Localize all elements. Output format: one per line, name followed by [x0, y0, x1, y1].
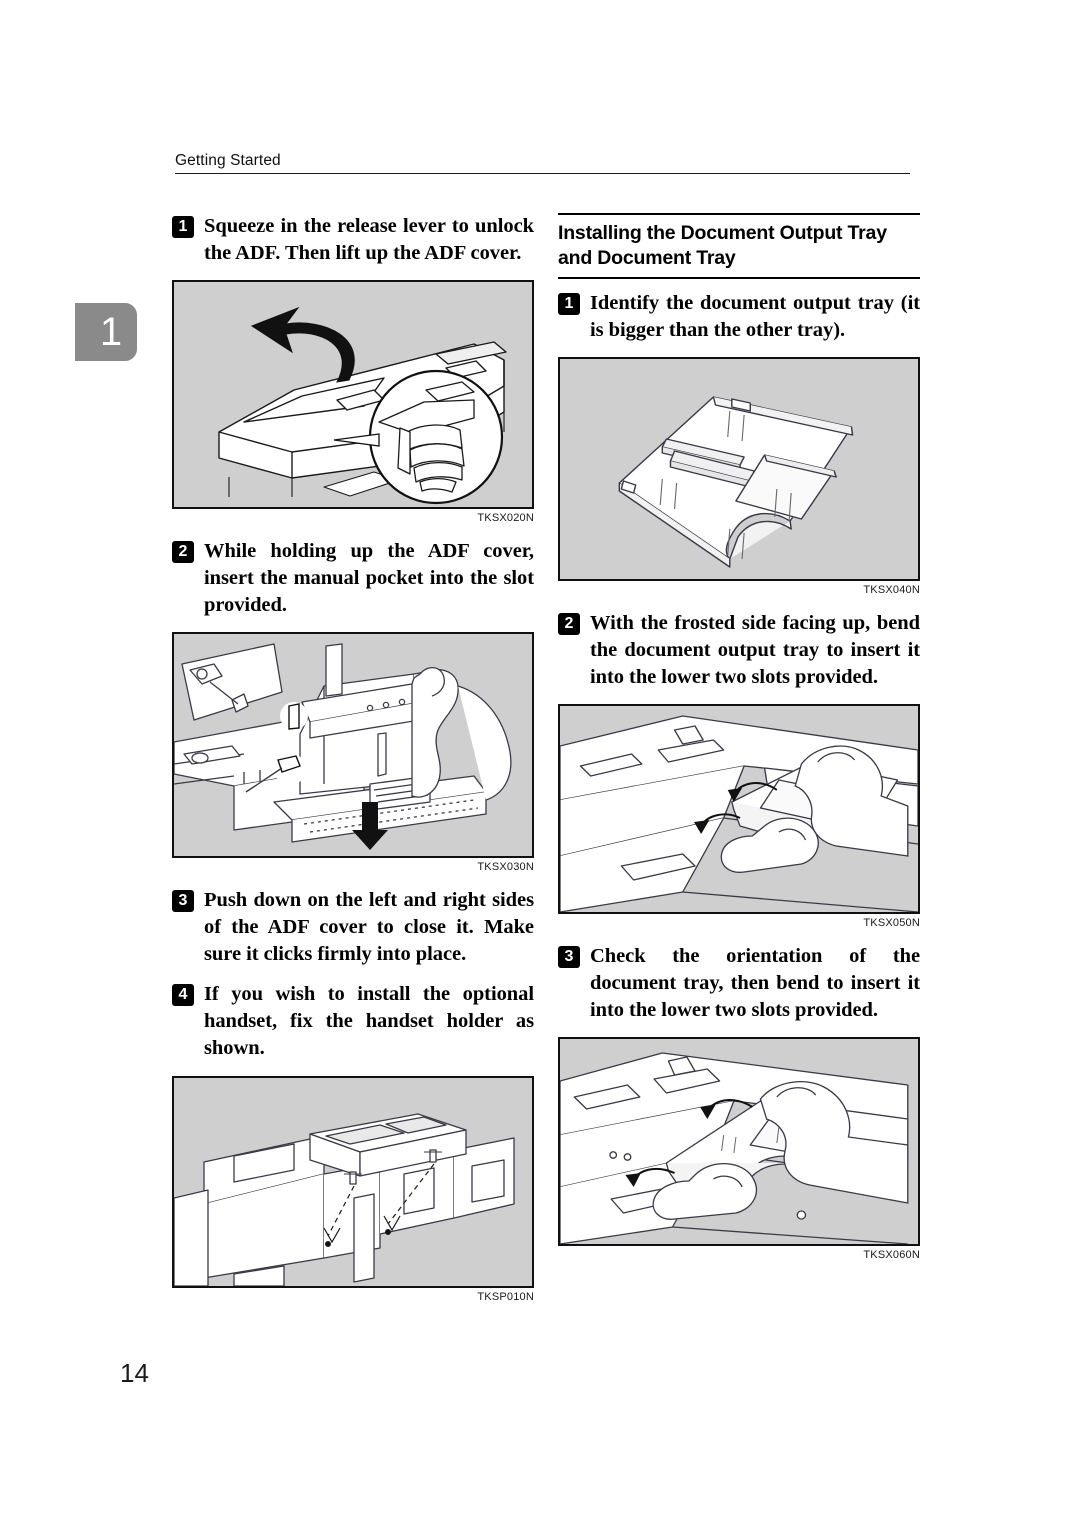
step-text: Identify the document output tray (it is…: [590, 291, 920, 341]
figure-code: TKSX020N: [477, 512, 534, 525]
heading-rule-top: [558, 213, 920, 215]
chapter-tab-number: 1: [99, 310, 123, 354]
step-right-1: 1 Identify the document output tray (it …: [558, 290, 920, 344]
running-header: Getting Started: [175, 152, 910, 174]
step-right-3: 3 Check the orientation of the document …: [558, 943, 920, 1024]
figure-image-manual-pocket-insert: [172, 632, 534, 859]
chapter-tab: 1: [75, 303, 137, 361]
header-rule: [175, 173, 910, 174]
figure-tksx040n: TKSX040N: [558, 356, 920, 596]
left-column: 1 Squeeze in the release lever to unlock…: [172, 213, 534, 1317]
figure-code: TKSP010N: [477, 1290, 534, 1303]
figure-tksp010n: TKSP010N: [172, 1075, 534, 1303]
figure-image-document-tray-insert: [558, 1037, 920, 1247]
figure-image-adf-cover-lift: [172, 280, 534, 510]
step-badge: 4: [172, 984, 194, 1007]
figure-image-handset-holder: [172, 1075, 534, 1288]
right-column: Installing the Document Output Tray and …: [558, 213, 920, 1275]
step-badge: 1: [172, 216, 194, 238]
running-header-text: Getting Started: [175, 152, 281, 169]
step-badge: 2: [558, 612, 580, 635]
step-badge: 1: [558, 292, 580, 315]
step-text: With the frosted side facing up, bend th…: [590, 611, 920, 688]
figure-tksx020n: TKSX020N: [172, 280, 534, 524]
heading-rule-bottom: [558, 276, 920, 279]
step-left-1: 1 Squeeze in the release lever to unlock…: [172, 213, 534, 267]
figure-code: TKSX040N: [863, 583, 920, 596]
figure-tksx030n: TKSX030N: [172, 632, 534, 873]
figure-code: TKSX030N: [477, 861, 534, 874]
figure-tksx050n: TKSX050N: [558, 703, 920, 929]
step-left-3: 3 Push down on the left and right sides …: [172, 887, 534, 968]
step-text: If you wish to install the optional hand…: [204, 983, 534, 1060]
step-text: Check the orientation of the document tr…: [590, 944, 920, 1022]
step-badge: 3: [172, 890, 194, 913]
figure-code: TKSX060N: [863, 1249, 920, 1262]
step-text: While holding up the ADF cover, insert t…: [204, 540, 534, 617]
figure-image-bend-output-tray: [558, 703, 920, 914]
step-right-2: 2 With the frosted side facing up, bend …: [558, 610, 920, 691]
step-left-4: 4 If you wish to install the optional ha…: [172, 981, 534, 1062]
step-left-2: 2 While holding up the ADF cover, insert…: [172, 538, 534, 619]
step-badge: 3: [558, 945, 580, 968]
figure-tksx060n: TKSX060N: [558, 1037, 920, 1261]
figure-code: TKSX050N: [863, 916, 920, 929]
step-badge: 2: [172, 541, 194, 564]
lift-arrow: [250, 306, 355, 383]
step-text: Squeeze in the release lever to unlock t…: [204, 215, 534, 265]
figure-image-document-output-tray: [558, 356, 920, 581]
step-text: Push down on the left and right sides of…: [204, 889, 534, 966]
page-number: 14: [120, 1358, 149, 1388]
section-heading-text: Installing the Document Output Tray and …: [558, 222, 887, 270]
section-heading: Installing the Document Output Tray and …: [558, 213, 920, 279]
